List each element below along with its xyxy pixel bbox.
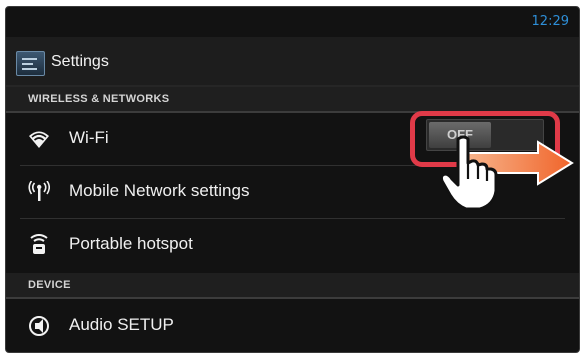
audio-icon xyxy=(29,316,49,336)
status-clock: 12:29 xyxy=(531,14,569,29)
section-header-wireless: WIRELESS & NETWORKS xyxy=(6,87,579,113)
hotspot-icon xyxy=(30,234,48,254)
action-bar: Settings xyxy=(6,37,579,87)
section-header-label: DEVICE xyxy=(28,279,71,291)
hand-pointer-icon xyxy=(439,135,498,211)
hotspot-setting-row[interactable]: Portable hotspot xyxy=(6,219,579,271)
audio-setup-row[interactable]: Audio SETUP xyxy=(6,300,579,352)
section-header-label: WIRELESS & NETWORKS xyxy=(28,93,170,105)
antenna-icon xyxy=(28,181,50,201)
status-bar: 12:29 xyxy=(6,7,579,37)
audio-setup-label: Audio SETUP xyxy=(69,315,174,334)
wifi-label: Wi-Fi xyxy=(69,128,109,147)
wifi-icon xyxy=(29,131,49,148)
settings-app-icon[interactable] xyxy=(16,51,45,76)
device-screen: 12:29 Settings WIRELESS & NETWORKS Wi-Fi xyxy=(5,6,580,353)
hotspot-label: Portable hotspot xyxy=(69,234,193,253)
section-header-device: DEVICE xyxy=(6,273,579,299)
mobile-network-label: Mobile Network settings xyxy=(69,181,250,200)
page-title: Settings xyxy=(51,53,109,70)
